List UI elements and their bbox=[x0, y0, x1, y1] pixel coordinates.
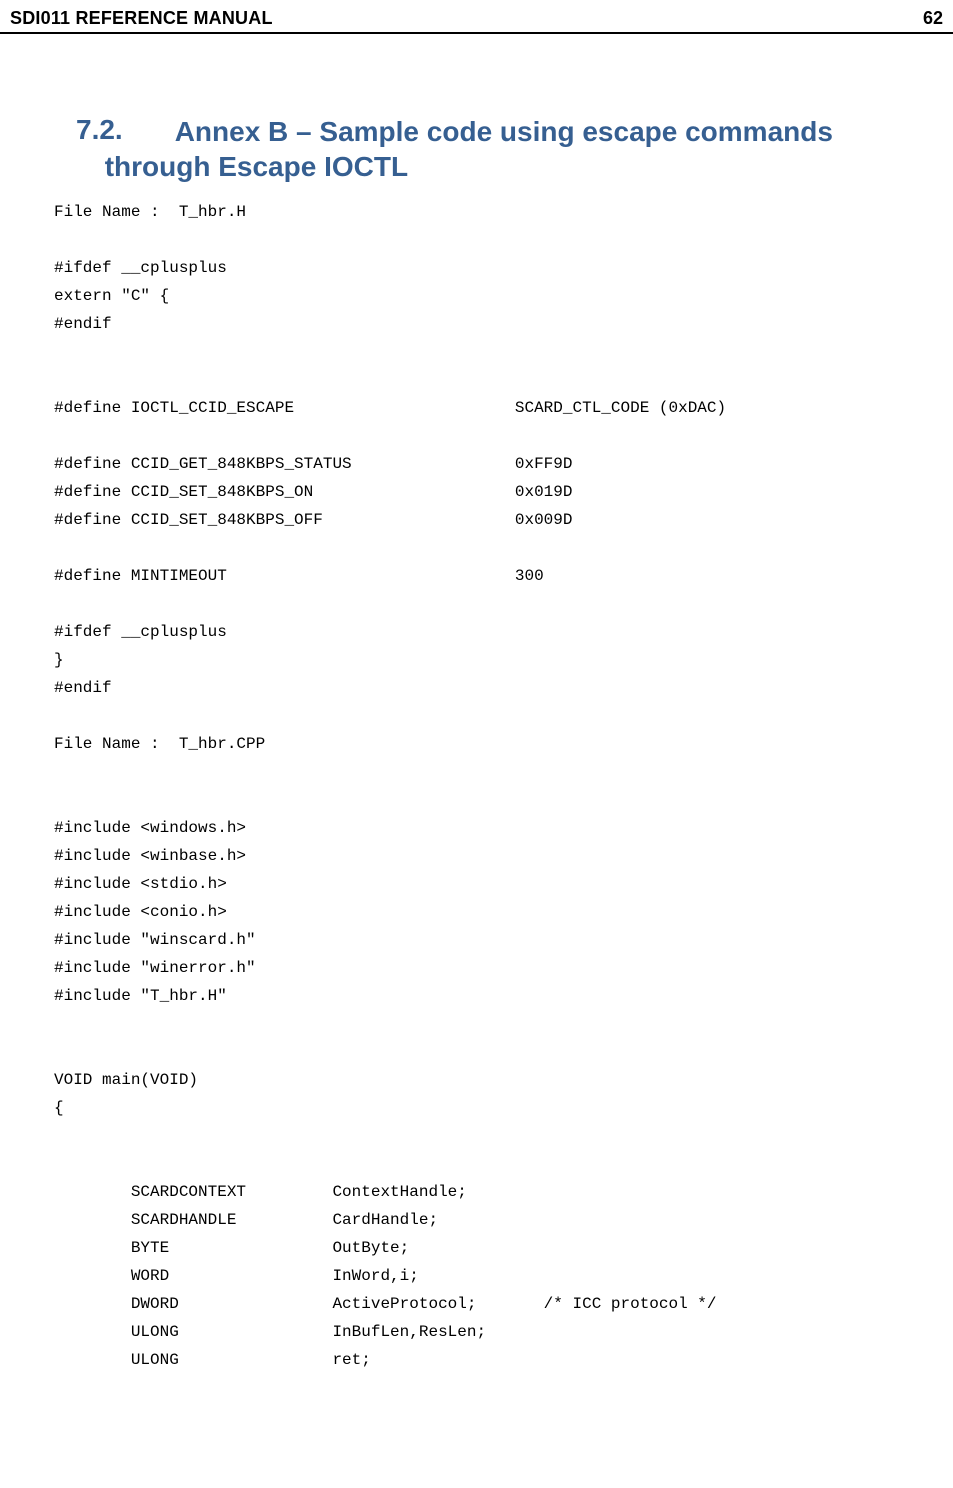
code-line: #include <winbase.h> bbox=[54, 847, 246, 865]
code-line: #endif bbox=[54, 679, 112, 697]
section-title-line1: Annex B – Sample code using escape comma… bbox=[175, 116, 833, 147]
page-content: 7.2. Annex B – Sample code using escape … bbox=[0, 34, 953, 1374]
code-line: ULONG InBufLen,ResLen; bbox=[54, 1323, 486, 1341]
code-line: BYTE OutByte; bbox=[54, 1239, 409, 1257]
code-line: #include <stdio.h> bbox=[54, 875, 227, 893]
code-line: #ifdef __cplusplus bbox=[54, 623, 227, 641]
header-title: SDI011 REFERENCE MANUAL bbox=[10, 8, 273, 29]
code-line: File Name : T_hbr.CPP bbox=[54, 735, 265, 753]
code-line: ULONG ret; bbox=[54, 1351, 371, 1369]
code-line: #define CCID_SET_848KBPS_OFF 0x009D bbox=[54, 511, 572, 529]
code-line: #include <windows.h> bbox=[54, 819, 246, 837]
code-line: #define MINTIMEOUT 300 bbox=[54, 567, 544, 585]
code-line: #include "T_hbr.H" bbox=[54, 987, 227, 1005]
section-title: Annex B – Sample code using escape comma… bbox=[175, 114, 833, 184]
code-line: } bbox=[54, 651, 64, 669]
section-title-line2: through Escape IOCTL bbox=[105, 149, 833, 184]
code-line: #endif bbox=[54, 315, 112, 333]
code-line: #define CCID_SET_848KBPS_ON 0x019D bbox=[54, 483, 572, 501]
code-line: #include "winscard.h" bbox=[54, 931, 256, 949]
code-line: #define CCID_GET_848KBPS_STATUS 0xFF9D bbox=[54, 455, 572, 473]
code-line: #include <conio.h> bbox=[54, 903, 227, 921]
code-line: SCARDCONTEXT ContextHandle; bbox=[54, 1183, 467, 1201]
code-line: extern "C" { bbox=[54, 287, 169, 305]
section-heading: 7.2. Annex B – Sample code using escape … bbox=[54, 114, 899, 184]
page-header: SDI011 REFERENCE MANUAL 62 bbox=[0, 0, 953, 34]
page-number: 62 bbox=[923, 8, 943, 29]
code-line: WORD InWord,i; bbox=[54, 1267, 419, 1285]
code-line: #include "winerror.h" bbox=[54, 959, 256, 977]
code-line: VOID main(VOID) bbox=[54, 1071, 198, 1089]
section-number: 7.2. bbox=[76, 114, 123, 146]
code-block: File Name : T_hbr.H #ifdef __cplusplus e… bbox=[54, 198, 899, 1374]
code-line: DWORD ActiveProtocol; /* ICC protocol */ bbox=[54, 1295, 717, 1313]
code-line: File Name : T_hbr.H bbox=[54, 203, 246, 221]
code-line: #define IOCTL_CCID_ESCAPE SCARD_CTL_CODE… bbox=[54, 399, 726, 417]
code-line: SCARDHANDLE CardHandle; bbox=[54, 1211, 438, 1229]
code-line: { bbox=[54, 1099, 64, 1117]
code-line: #ifdef __cplusplus bbox=[54, 259, 227, 277]
